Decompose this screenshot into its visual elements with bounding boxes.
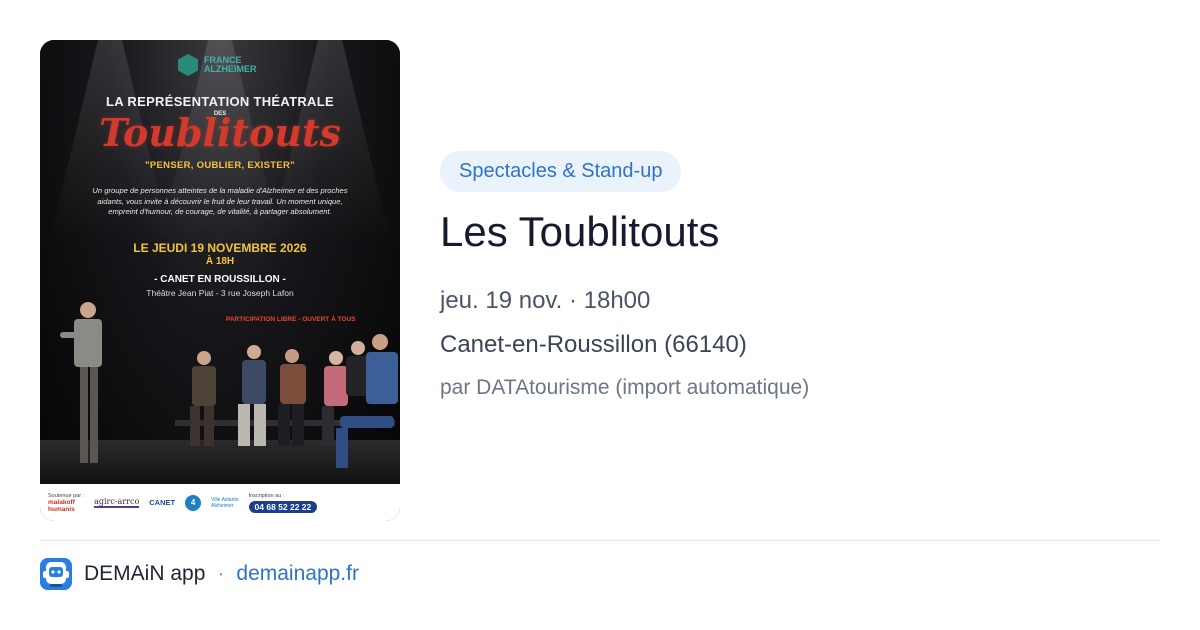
app-name[interactable]: DEMAiN app [84, 562, 205, 586]
demain-app-icon[interactable] [40, 558, 72, 590]
event-source: par DATAtourisme (import automatique) [440, 376, 810, 399]
footer: DEMAiN app · demainapp.fr [40, 558, 359, 590]
sponsor-canet: CANET [149, 498, 176, 507]
footer-separator: · [217, 562, 225, 585]
ville-aidante-badge-icon: 4 [185, 494, 202, 511]
inscription-phone: 04 68 52 22 22 [248, 500, 318, 513]
sponsor-ville-aidante: Ville Aidante Alzheimer [211, 496, 239, 509]
poster-stage: FRANCE ALZHEIMER LA REPRÉSENTATION THÉAT… [40, 40, 400, 484]
footer-divider [40, 540, 1160, 541]
sponsor-agirc-arrco: agirc-arrco [94, 497, 140, 508]
sponsor-strip: Soutenue par : malakoff humanis agirc-ar… [40, 484, 400, 521]
event-datetime: jeu. 19 nov. · 18h00 [440, 287, 651, 314]
inscription-label: Inscription au : [248, 492, 285, 499]
sponsor-malakoff: malakoff humanis [48, 498, 75, 513]
event-location: Canet-en-Roussillon (66140) [440, 331, 747, 358]
event-poster-image[interactable]: FRANCE ALZHEIMER LA REPRÉSENTATION THÉAT… [40, 40, 400, 521]
site-link[interactable]: demainapp.fr [236, 562, 359, 586]
event-title[interactable]: Les Toublitouts [440, 208, 719, 256]
category-chip[interactable]: Spectacles & Stand-up [440, 151, 682, 192]
actors-illustration [60, 302, 398, 468]
sponsor-label: Soutenue par : [48, 492, 85, 499]
